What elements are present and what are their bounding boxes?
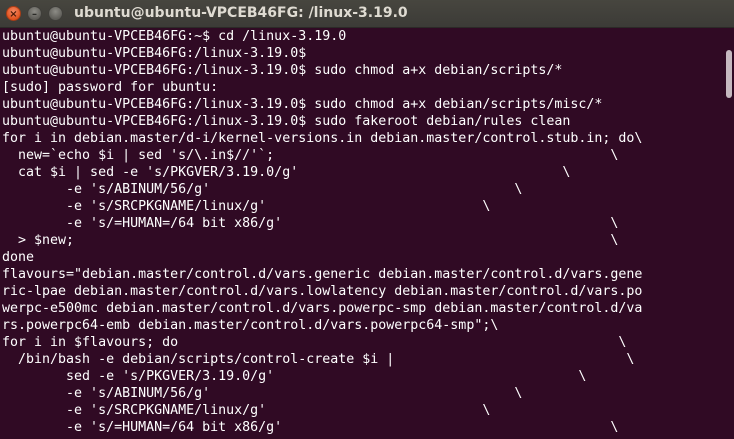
terminal-line: ric-lpae debian.master/control.d/vars.lo… [2, 284, 643, 299]
terminal-line: -e 's/ABINUM/56/g' \ [2, 182, 523, 197]
terminal-line: -e 's/ABINUM/56/g' \ [2, 386, 523, 401]
terminal-line: ubuntu@ubuntu-VPCEB46FG:/linux-3.19.0$ s… [2, 63, 563, 78]
terminal-line: done [2, 250, 35, 265]
terminal-line: -e 's/=HUMAN=/64 bit x86/g' \ [2, 420, 619, 435]
terminal-line: ubuntu@ubuntu-VPCEB46FG:~$ cd /linux-3.1… [2, 29, 347, 44]
scrollbar-thumb[interactable] [726, 50, 732, 98]
terminal-line: cat $i | sed -e 's/PKGVER/3.19.0/g' \ [2, 165, 571, 180]
window-title: ubuntu@ubuntu-VPCEB46FG: /linux-3.19.0 [74, 5, 408, 21]
scrollbar[interactable] [724, 28, 734, 439]
maximize-button[interactable] [48, 6, 63, 21]
terminal-line: /bin/bash -e debian/scripts/control-crea… [2, 352, 635, 367]
terminal-line: flavours="debian.master/control.d/vars.g… [2, 267, 643, 282]
terminal-line: for i in $flavours; do \ [2, 335, 627, 350]
terminal-line: > $new; \ [2, 233, 619, 248]
terminal-line: ubuntu@ubuntu-VPCEB46FG:/linux-3.19.0$ [2, 46, 307, 61]
terminal-line: new=`echo $i | sed 's/\.in$//'`; \ [2, 148, 619, 163]
terminal-line: ubuntu@ubuntu-VPCEB46FG:/linux-3.19.0$ s… [2, 114, 571, 129]
terminal-line: for i in debian.master/d-i/kernel-versio… [2, 131, 643, 146]
terminal-line: rs.powerpc64-emb debian.master/control.d… [2, 318, 499, 333]
close-button[interactable]: × [6, 6, 21, 21]
terminal-line: -e 's/SRCPKGNAME/linux/g' \ [2, 199, 491, 214]
terminal-window: × – ubuntu@ubuntu-VPCEB46FG: /linux-3.19… [0, 0, 734, 439]
minimize-button[interactable]: – [27, 6, 42, 21]
terminal-line: sed -e 's/PKGVER/3.19.0/g' \ [2, 369, 587, 384]
terminal-output[interactable]: ubuntu@ubuntu-VPCEB46FG:~$ cd /linux-3.1… [0, 28, 724, 439]
terminal-line: werpc-e500mc debian.master/control.d/var… [2, 301, 643, 316]
terminal-line: [sudo] password for ubuntu: [2, 80, 219, 95]
terminal-line: -e 's/=HUMAN=/64 bit x86/g' \ [2, 216, 619, 231]
terminal-line: ubuntu@ubuntu-VPCEB46FG:/linux-3.19.0$ s… [2, 97, 603, 112]
terminal-line: -e 's/SRCPKGNAME/linux/g' \ [2, 403, 491, 418]
title-bar[interactable]: × – ubuntu@ubuntu-VPCEB46FG: /linux-3.19… [0, 0, 734, 28]
